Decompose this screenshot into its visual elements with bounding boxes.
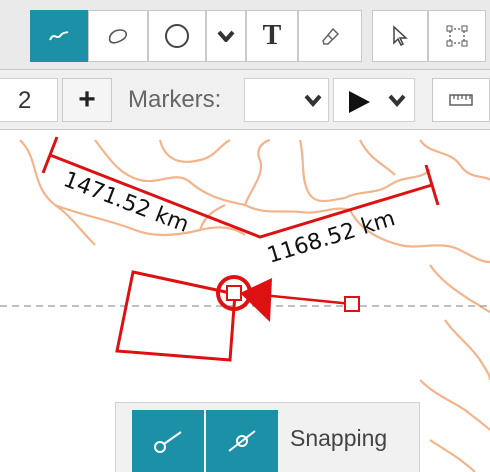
circle-tool[interactable] <box>148 10 206 62</box>
freehand-line-icon <box>49 31 69 41</box>
eraser-tool[interactable] <box>298 10 362 62</box>
step-value-field[interactable]: 2 <box>0 78 58 122</box>
transform-box-icon <box>446 25 468 47</box>
measure-end-cap-left <box>41 136 59 174</box>
transform-tool[interactable] <box>428 10 486 62</box>
selected-vertex-handle[interactable] <box>226 285 242 301</box>
drawn-polygon[interactable] <box>115 270 237 362</box>
snap-to-edge-button[interactable] <box>206 410 278 472</box>
snapping-label: Snapping <box>290 425 388 451</box>
freehand-polygon-icon <box>108 29 128 44</box>
snap-edge-icon <box>228 430 256 452</box>
vertex-handle[interactable] <box>344 296 360 312</box>
circle-icon <box>165 24 189 48</box>
shape-dropdown[interactable] <box>206 10 246 62</box>
arrow-line[interactable] <box>261 293 353 306</box>
snap-to-vertex-button[interactable] <box>132 410 204 472</box>
arrow-right-icon <box>349 91 370 113</box>
text-tool[interactable]: T <box>246 10 298 62</box>
plus-icon: + <box>78 83 96 116</box>
arrow-style-select[interactable] <box>333 78 415 122</box>
snap-vertex-icon <box>154 431 182 453</box>
chevron-down-icon <box>388 94 406 107</box>
ruler-button[interactable] <box>432 78 490 122</box>
cursor-select-icon <box>393 25 408 47</box>
map-editor: 1471.52 km 1168.52 km T 2 + Markers: Sna… <box>0 0 490 472</box>
increment-button[interactable]: + <box>62 78 112 122</box>
freehand-polygon-tool[interactable] <box>88 10 148 62</box>
markers-select[interactable] <box>244 78 329 122</box>
select-tool[interactable] <box>372 10 428 62</box>
chevron-down-icon <box>217 30 235 42</box>
eraser-icon <box>322 27 340 45</box>
freehand-line-tool[interactable] <box>30 10 88 62</box>
markers-label: Markers: <box>128 86 222 113</box>
text-icon: T <box>262 20 282 51</box>
drawing-toolbar: T <box>0 0 490 70</box>
arrowhead-icon <box>240 278 272 322</box>
ruler-icon <box>449 94 473 106</box>
chevron-down-icon <box>304 94 322 107</box>
